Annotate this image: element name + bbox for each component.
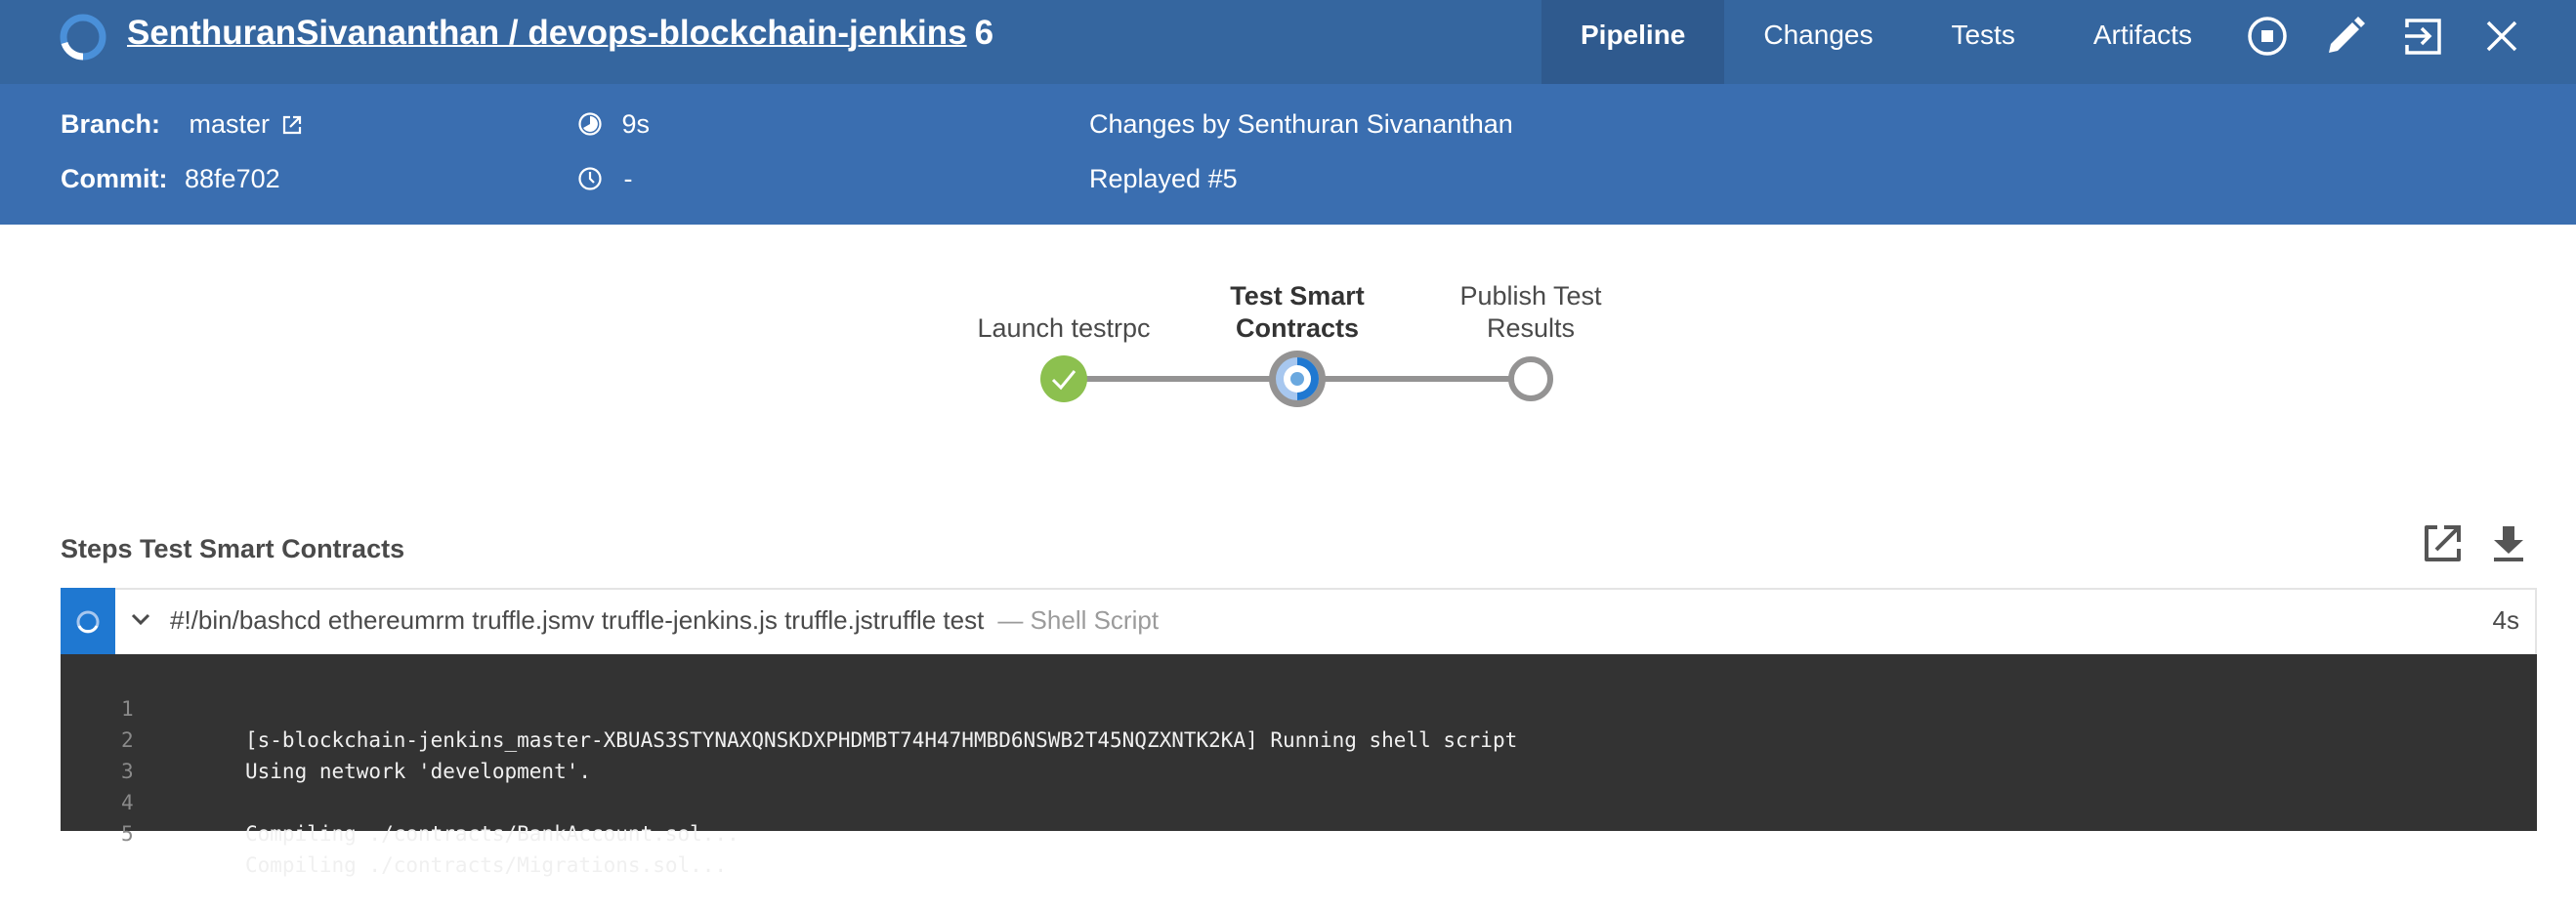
log-line: 2 Using network 'development'. — [61, 693, 591, 783]
step-row[interactable]: #!/bin/bashcd ethereumrm truffle.jsmv tr… — [61, 588, 2537, 656]
commit-label: Commit: — [61, 164, 168, 193]
log-line-text: [s-blockchain-jenkins_master-XBUAS3STYNA… — [245, 728, 1518, 752]
duration-value: 9s — [621, 109, 651, 139]
repo-link[interactable]: SenthuranSivananthan / devops-blockchain… — [127, 14, 967, 52]
running-spinner-icon — [60, 14, 106, 61]
stop-button[interactable] — [2245, 14, 2290, 59]
running-spinner-icon — [76, 610, 100, 634]
stage-label-launch-testrpc[interactable]: Launch testrpc — [966, 312, 1161, 345]
log-line-number[interactable]: 1 — [121, 693, 180, 725]
branch-label: Branch: — [61, 109, 161, 139]
started-value: - — [623, 164, 633, 193]
pipeline-graph: Launch testrpc Test Smart Contracts Publ… — [0, 225, 2576, 498]
stage-node-test-smart-contracts[interactable] — [1269, 351, 1326, 407]
running-dot — [1290, 372, 1304, 386]
run-tabs: Pipeline Changes Tests Artifacts — [1541, 0, 2231, 84]
branch-value[interactable]: master — [190, 109, 271, 139]
step-duration: 4s — [2492, 605, 2519, 635]
not-built-status-icon — [1508, 356, 1553, 401]
run-number: 6 — [974, 14, 994, 52]
tab-changes[interactable]: Changes — [1724, 0, 1912, 84]
run-actions — [2245, 14, 2524, 59]
stage-label-line: Contracts — [1235, 313, 1360, 343]
duration-row: 9s — [577, 109, 650, 140]
stage-node-launch-testrpc[interactable] — [1040, 355, 1087, 402]
stage-label-line: Results — [1486, 313, 1576, 343]
stage-label-line: Test Smart — [1230, 281, 1365, 311]
download-log-icon[interactable] — [2491, 524, 2526, 563]
stage-node-publish-test-results[interactable] — [1508, 356, 1553, 401]
clock-icon — [578, 167, 602, 190]
log-line-number[interactable]: 4 — [121, 787, 180, 818]
stop-icon — [2248, 17, 2287, 56]
edit-button[interactable] — [2323, 14, 2368, 59]
tab-artifacts[interactable]: Artifacts — [2054, 0, 2231, 84]
stage-label-publish-test-results[interactable]: Publish Test Results — [1414, 280, 1648, 345]
log-line: 3 — [61, 725, 134, 783]
run-title: SenthuranSivananthan / devops-blockchain… — [127, 14, 993, 53]
close-button[interactable] — [2479, 14, 2524, 59]
log-line: 5 Compiling ./contracts/Migrations.sol..… — [61, 787, 727, 877]
log-line-text: Compiling ./contracts/Migrations.sol... — [245, 853, 728, 877]
step-command: #!/bin/bashcd ethereumrm truffle.jsmv tr… — [170, 605, 985, 635]
log-line-text: Using network 'development'. — [245, 760, 592, 783]
step-log: 1 [s-blockchain-jenkins_master-XBUAS3STY… — [61, 654, 2537, 877]
stage-label-line: Publish Test — [1459, 281, 1602, 311]
open-classic-button[interactable] — [2401, 14, 2446, 59]
steps-title: Steps Test Smart Contracts — [61, 534, 405, 563]
stage-label-line: Launch testrpc — [977, 313, 1151, 343]
log-line-number[interactable]: 3 — [121, 756, 180, 787]
started-row: - — [577, 164, 633, 194]
log-line-number[interactable]: 5 — [121, 818, 180, 850]
log-line: 4 Compiling ./contracts/BankAccount.sol.… — [61, 756, 739, 846]
log-line-number[interactable]: 2 — [121, 725, 180, 756]
changes-by: Changes by Senthuran Sivananthan — [1089, 109, 1513, 139]
commit-row: Commit: 88fe702 — [61, 164, 280, 194]
top-bar: SenthuranSivananthan / devops-blockchain… — [0, 0, 2576, 84]
external-link-icon[interactable] — [281, 114, 303, 136]
replayed-from[interactable]: Replayed #5 — [1089, 164, 1238, 194]
chevron-down-icon[interactable] — [129, 607, 152, 631]
edit-icon — [2329, 17, 2365, 53]
success-status-icon — [1040, 355, 1087, 402]
branch-row: Branch: master — [61, 109, 303, 140]
tab-tests[interactable]: Tests — [1912, 0, 2053, 84]
commit-value[interactable]: 88fe702 — [185, 164, 280, 193]
stage-label-test-smart-contracts[interactable]: Test Smart Contracts — [1180, 280, 1415, 345]
close-icon — [2486, 21, 2517, 52]
run-summary: Branch: master Commit: 88fe702 9s - Chan… — [0, 84, 2576, 225]
step-status — [61, 588, 115, 656]
steps-toolbar — [2423, 524, 2526, 563]
step-title: #!/bin/bashcd ethereumrm truffle.jsmv tr… — [170, 605, 1159, 636]
duration-icon — [578, 112, 602, 136]
log-line-text: Compiling ./contracts/BankAccount.sol... — [245, 822, 739, 846]
open-classic-icon — [2405, 19, 2441, 55]
open-log-external-icon[interactable] — [2423, 524, 2462, 563]
pipeline-graph-canvas — [1040, 351, 1553, 407]
step-kind: — Shell Script — [997, 605, 1160, 635]
log-line: 1 [s-blockchain-jenkins_master-XBUAS3STY… — [61, 662, 1517, 752]
tab-pipeline[interactable]: Pipeline — [1541, 0, 1725, 84]
